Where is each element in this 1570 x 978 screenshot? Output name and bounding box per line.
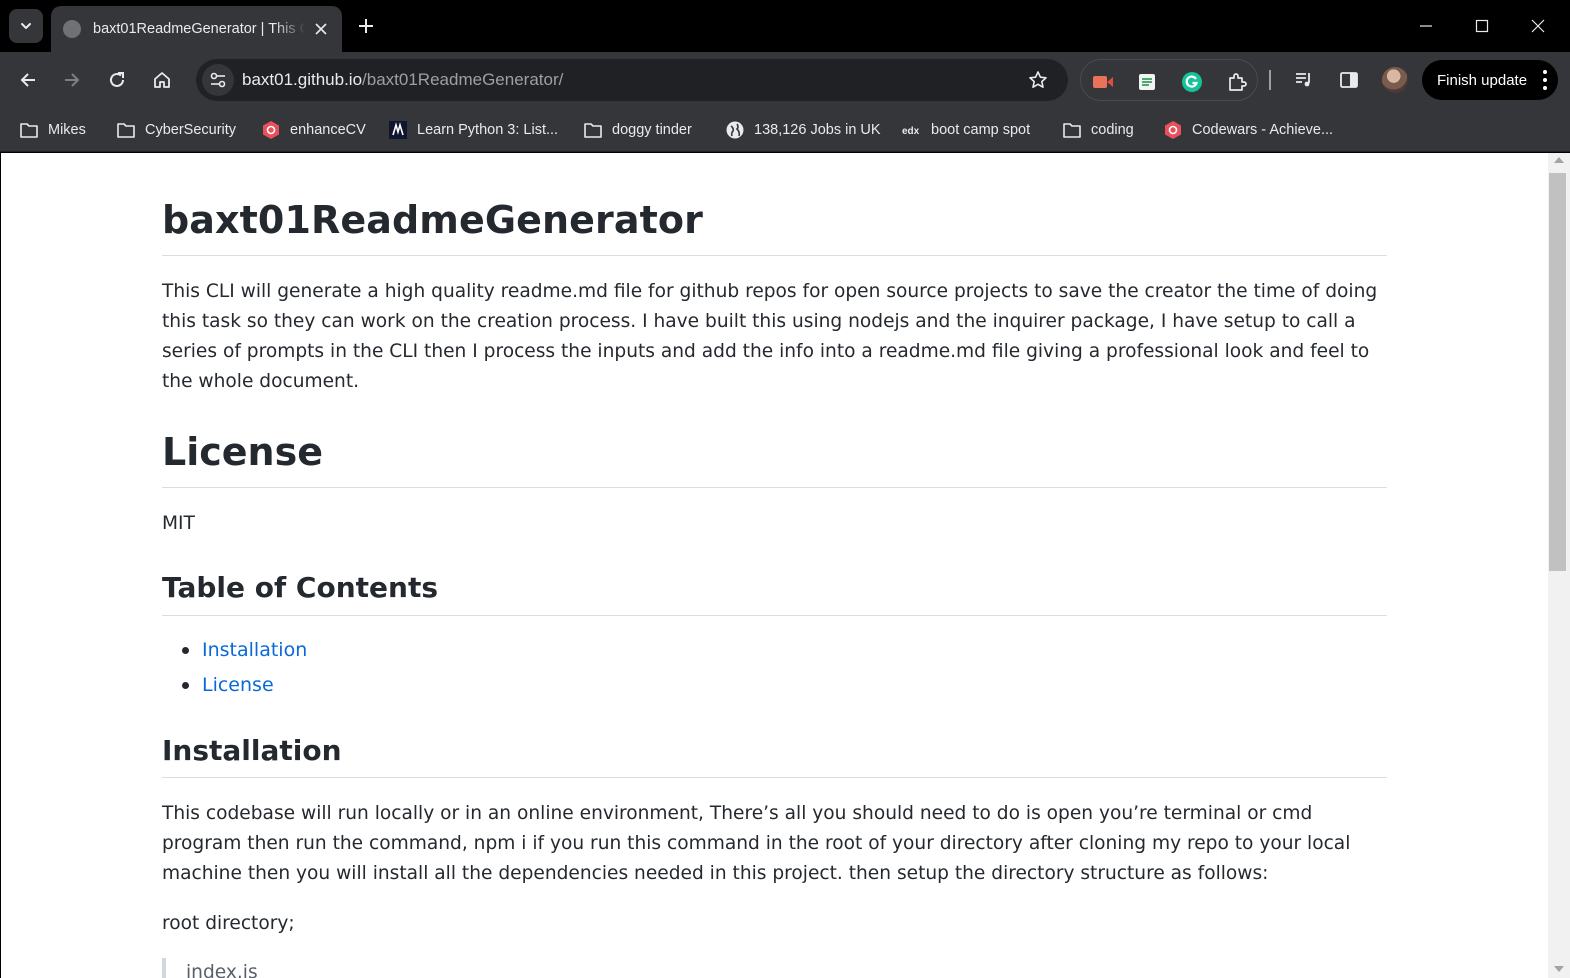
bookmark-doggy-tinder[interactable]: doggy tinder <box>583 116 692 144</box>
back-button[interactable] <box>10 62 46 98</box>
tab-title: baxt01ReadmeGenerator | This CLI will ge… <box>93 21 306 37</box>
toc-link-label: License <box>202 674 274 696</box>
folder-icon <box>583 120 603 140</box>
bookmark-label: CyberSecurity <box>145 122 237 138</box>
web-page: baxt01ReadmeGenerator This CLI will gene… <box>1 153 1548 978</box>
site-info-button[interactable] <box>202 64 234 96</box>
close-icon <box>1531 19 1545 33</box>
toc-link-license[interactable]: License <box>182 674 274 696</box>
edx-icon: edx <box>902 120 922 140</box>
home-icon <box>154 72 170 88</box>
bookmark-jobs-uk[interactable]: 138,126 Jobs in UK <box>725 116 881 144</box>
url-path: /baxt01ReadmeGenerator/ <box>362 70 564 89</box>
bookmark-label: doggy tinder <box>612 122 692 138</box>
active-tab[interactable]: baxt01ReadmeGenerator | This CLI will ge… <box>51 6 342 52</box>
new-tab-button[interactable] <box>352 12 380 40</box>
url-text[interactable]: baxt01.github.io/baxt01ReadmeGenerator/ <box>242 70 563 90</box>
description-paragraph: This CLI will generate a high quality re… <box>162 281 1378 392</box>
list-bullet <box>182 646 189 654</box>
bookmark-learn-python[interactable]: Learn Python 3: List... <box>388 116 558 144</box>
plus-icon <box>359 19 373 33</box>
sheets-extension-icon[interactable] <box>1135 70 1159 94</box>
bookmark-codewars[interactable]: Codewars - Achieve... <box>1163 116 1333 144</box>
root-directory-label: root directory; <box>162 913 295 934</box>
toolbar-separator <box>1269 70 1271 90</box>
bookmark-mikes[interactable]: Mikes <box>19 116 86 144</box>
scroll-up-arrow-icon[interactable] <box>1554 157 1564 163</box>
title-divider <box>162 255 1387 256</box>
home-button[interactable] <box>144 62 180 98</box>
extensions-puzzle-icon[interactable] <box>1225 70 1249 94</box>
installation-heading: Installation <box>162 734 342 767</box>
tab-search-button[interactable] <box>9 9 43 43</box>
globe-icon <box>63 20 81 38</box>
arrow-right-icon <box>65 73 80 87</box>
tune-icon <box>210 72 226 88</box>
bookmark-label: coding <box>1091 122 1134 138</box>
folder-icon <box>19 120 39 140</box>
bookmark-label: 138,126 Jobs in UK <box>754 122 881 138</box>
minimize-button[interactable] <box>1398 0 1454 52</box>
blockquote-line: index.js <box>186 962 258 978</box>
maximize-icon <box>1475 19 1489 33</box>
more-vert-icon <box>1542 70 1548 90</box>
page-title: baxt01ReadmeGenerator <box>162 198 703 242</box>
reload-icon <box>110 72 124 87</box>
toc-link-installation[interactable]: Installation <box>182 639 307 661</box>
bookmark-coding[interactable]: coding <box>1062 116 1134 144</box>
bookmark-label: enhanceCV <box>290 122 366 138</box>
bookmark-label: Codewars - Achieve... <box>1192 122 1334 138</box>
installation-divider <box>162 777 1387 778</box>
codecademy-icon <box>388 120 408 140</box>
tab-strip: baxt01ReadmeGenerator | This CLI will ge… <box>0 0 1570 52</box>
media-controls-icon[interactable] <box>1292 68 1316 92</box>
globe-icon <box>725 120 745 140</box>
toc-heading: Table of Contents <box>162 571 439 604</box>
finish-update-button[interactable]: Finish update <box>1422 60 1558 100</box>
reload-button[interactable] <box>99 62 135 98</box>
directory-blockquote: index.js <box>162 958 562 978</box>
folder-icon <box>1062 120 1082 140</box>
license-value: MIT <box>162 513 195 534</box>
minimize-icon <box>1420 25 1432 27</box>
profile-avatar[interactable] <box>1382 67 1408 93</box>
forward-button[interactable] <box>54 62 90 98</box>
grammarly-icon[interactable] <box>1180 70 1204 94</box>
star-icon <box>1029 71 1047 88</box>
bookmark-label: boot camp spot <box>931 122 1031 138</box>
vertical-scrollbar[interactable] <box>1548 153 1570 978</box>
toc-divider <box>162 615 1387 616</box>
scrollbar-thumb[interactable] <box>1549 173 1566 571</box>
extensions-group <box>1080 59 1258 101</box>
side-panel-icon[interactable] <box>1337 68 1361 92</box>
installation-paragraph: This codebase will run locally or in an … <box>162 803 1351 884</box>
maximize-button[interactable] <box>1454 0 1510 52</box>
toolbar: baxt01.github.io/baxt01ReadmeGenerator/ … <box>0 52 1570 108</box>
window-close-button[interactable] <box>1510 0 1566 52</box>
arrow-left-icon <box>20 73 35 87</box>
bookmark-cybersecurity[interactable]: CyberSecurity <box>116 116 236 144</box>
bookmarks-bar: Mikes CyberSecurity enhanceCV Learn Pyth… <box>0 108 1570 152</box>
license-divider <box>162 487 1387 488</box>
address-bar[interactable]: baxt01.github.io/baxt01ReadmeGenerator/ <box>196 59 1068 101</box>
bookmark-boot-camp-spot[interactable]: edx boot camp spot <box>902 116 1030 144</box>
bookmark-label: Mikes <box>48 122 86 138</box>
bookmark-label: Learn Python 3: List... <box>417 122 559 138</box>
close-icon <box>315 23 327 35</box>
enhancecv-icon <box>261 120 281 140</box>
tab-close-button[interactable] <box>310 18 332 40</box>
bookmark-enhancecv[interactable]: enhanceCV <box>261 116 366 144</box>
url-host: baxt01.github.io <box>242 70 363 89</box>
toc-link-label: Installation <box>202 639 308 661</box>
license-heading: License <box>162 430 323 474</box>
list-bullet <box>182 681 189 689</box>
finish-update-label: Finish update <box>1437 71 1528 89</box>
chevron-down-icon <box>21 23 31 29</box>
bookmark-star-button[interactable] <box>1026 68 1050 92</box>
svg-text:edx: edx <box>902 126 920 137</box>
scroll-down-arrow-icon[interactable] <box>1554 966 1564 972</box>
folder-icon <box>116 120 136 140</box>
screen-recorder-extension-icon[interactable] <box>1091 70 1115 94</box>
codewars-icon <box>1163 120 1183 140</box>
